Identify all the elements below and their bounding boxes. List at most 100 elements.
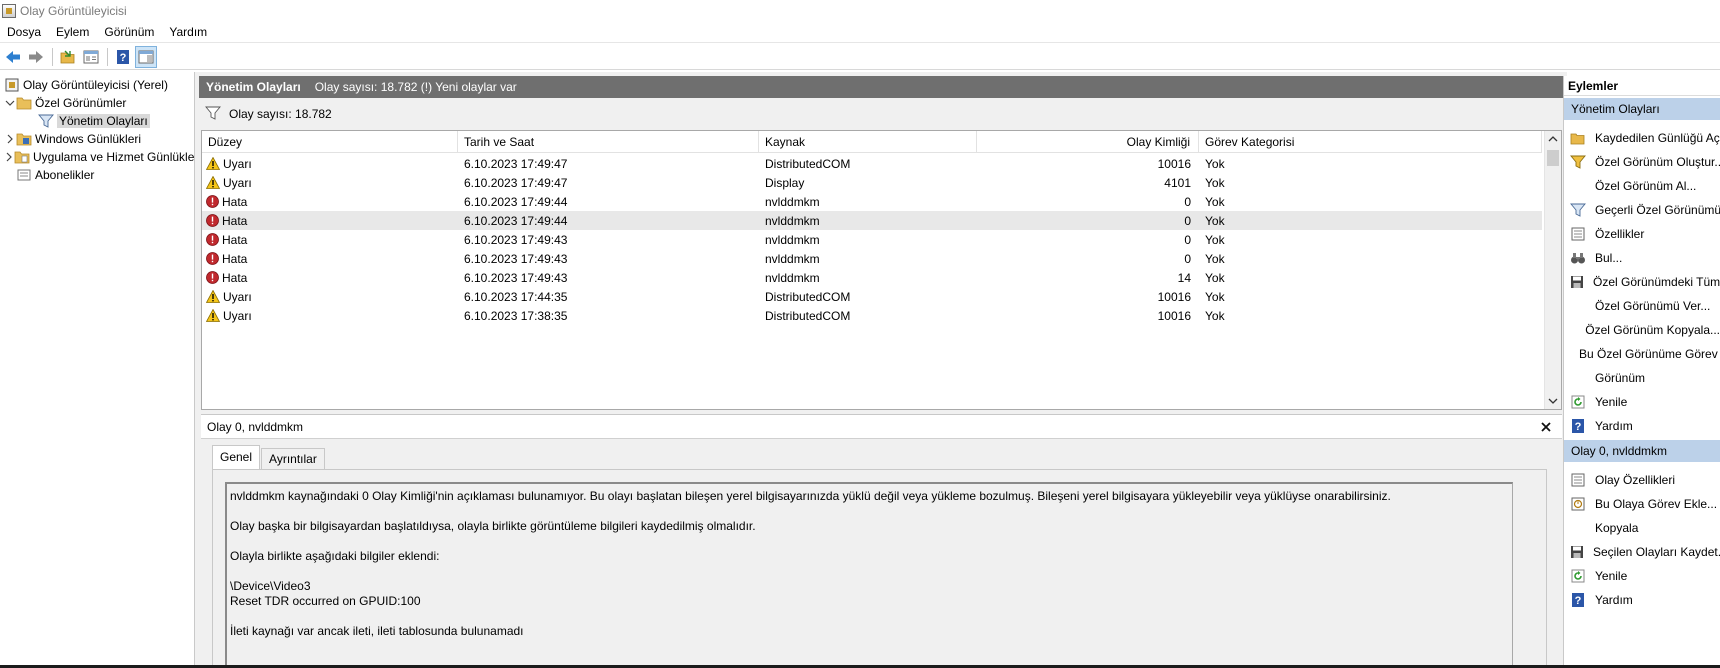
action-item-label: Yardım [1595,419,1633,433]
scrollbar-thumb[interactable] [1547,150,1559,166]
detail-title: Olay 0, nvlddmkm [207,419,304,434]
table-row[interactable]: Hata 6.10.2023 17:49:44 nvlddmkm 0 Yok [202,192,1542,211]
menu-yardim[interactable]: Yardım [162,21,215,43]
table-row[interactable]: Hata 6.10.2023 17:49:43 nvlddmkm 0 Yok [202,249,1542,268]
table-row[interactable]: Hata 6.10.2023 17:49:44 nvlddmkm 0 Yok [202,211,1542,230]
log-folder-icon [14,149,30,165]
column-header-event-id[interactable]: Olay Kimliği [977,131,1199,153]
binoculars-icon [1570,250,1586,266]
properties-panel-icon[interactable] [80,46,102,68]
cell-source: DistributedCOM [765,308,851,323]
action-item[interactable]: Yenile [1564,390,1720,414]
table-row[interactable]: Uyarı 6.10.2023 17:38:35 DistributedCOM 100… [202,306,1542,325]
menu-bar: Dosya Eylem Görünüm Yardım [0,21,1720,43]
cell-task-category: Yok [1205,194,1225,209]
action-item[interactable]: Özellikler [1564,222,1720,246]
action-item[interactable]: Bul... [1564,246,1720,270]
action-item[interactable]: Özel Görünüm Kopyala... [1564,318,1720,342]
action-item[interactable]: Görünüm [1564,366,1720,390]
action-item[interactable]: Bu Olaya Görev Ekle... [1564,492,1720,516]
action-item[interactable]: Bu Özel Görünüme Görev Ekle... [1564,342,1720,366]
column-header-datetime[interactable]: Tarih ve Saat [458,131,759,153]
tree-item-application-service-logs[interactable]: Uygulama ve Hizmet Günlükleri [0,148,194,166]
table-row[interactable]: Hata 6.10.2023 17:49:43 nvlddmkm 14 Yok [202,268,1542,287]
create-filter-icon [1570,154,1586,170]
menu-gorunum[interactable]: Görünüm [97,21,162,43]
menu-dosya[interactable]: Dosya [0,21,49,43]
show-hide-pane-icon[interactable] [135,45,157,68]
tab-genel[interactable]: Genel [212,445,261,469]
back-arrow-icon[interactable] [2,46,24,68]
action-item-label: Özellikler [1595,227,1645,241]
cell-level: Hata [202,233,458,247]
svg-text:?: ? [120,52,127,64]
event-viewer-window: Olay Görüntüleyicisi Dosya Eylem Görünüm… [0,0,1720,668]
open-folder-icon[interactable] [57,46,79,68]
action-item[interactable]: Özel Görünüm Oluştur... [1564,150,1720,174]
tree-item-label: Yönetim Olayları [57,114,150,128]
action-item-label: Özel Görünüm Kopyala... [1585,323,1720,337]
scroll-up-icon[interactable] [1545,131,1561,147]
chevron-right-icon[interactable] [4,133,16,145]
svg-text:?: ? [1575,595,1582,607]
column-header-level[interactable]: Düzey [202,131,458,153]
events-table: Düzey Tarih ve Saat Kaynak Olay Kimliği … [201,130,1562,410]
action-item[interactable]: Özel Görünüm Al... [1564,174,1720,198]
blank-icon [1570,520,1586,536]
folder-icon [16,95,32,111]
action-item[interactable]: Kopyala [1564,516,1720,540]
blank-icon [1570,322,1576,338]
action-item[interactable]: Olay Özellikleri [1564,468,1720,492]
level-text: Uyarı [223,175,252,190]
column-header-source[interactable]: Kaynak [759,131,977,153]
description-paragraph: nvlddmkm kaynağındaki 0 Olay Kimliği'nin… [230,489,1391,503]
action-item[interactable]: ? Yardım [1564,588,1720,612]
forward-arrow-icon[interactable] [25,46,47,68]
tree-item-event-viewer-local[interactable]: Olay Görüntüleyicisi (Yerel) [0,76,194,94]
chevron-right-icon[interactable] [4,151,14,163]
action-item[interactable]: Geçerli Özel Görünümü Filtrele... [1564,198,1720,222]
chevron-down-icon[interactable] [4,97,16,109]
cell-source: nvlddmkm [765,270,820,285]
title-bar: Olay Görüntüleyicisi [0,0,1720,21]
tree-item-administrative-events[interactable]: Yönetim Olayları [0,112,194,130]
blank-icon [1570,370,1586,386]
close-icon[interactable] [1538,419,1554,435]
tab-ayrintilar[interactable]: Ayrıntılar [261,448,325,469]
menu-eylem[interactable]: Eylem [49,21,97,43]
cell-event-id: 10016 [1157,156,1191,171]
table-row[interactable]: Uyarı 6.10.2023 17:44:35 DistributedCOM 100… [202,287,1542,306]
filter-icon [1570,202,1586,218]
tree-item-subscriptions[interactable]: Abonelikler [0,166,194,184]
action-item-label: Bu Özel Görünüme Görev Ekle... [1579,347,1720,361]
filter-event-count: Olay sayısı: 18.782 [229,107,332,121]
action-item[interactable]: Özel Görünümü Ver... [1564,294,1720,318]
tree-item-custom-views[interactable]: Özel Görünümler [0,94,194,112]
cell-level: Hata [202,195,458,209]
action-item[interactable]: Kaydedilen Günlüğü Aç... [1564,126,1720,150]
view-event-count-info: Olay sayısı: 18.782 (!) Yeni olaylar var [314,80,517,94]
action-item[interactable]: Seçilen Olayları Kaydet... [1564,540,1720,564]
action-item[interactable]: ? Yardım [1564,414,1720,438]
cell-datetime: 6.10.2023 17:44:35 [464,289,568,304]
event-description-box[interactable]: nvlddmkm kaynağındaki 0 Olay Kimliği'nin… [225,482,1513,668]
action-item[interactable]: Özel Görünümdeki Tüm Olayları Farklı Kay… [1564,270,1720,294]
table-vertical-scrollbar[interactable] [1544,131,1561,409]
action-item-label: Yenile [1595,395,1628,409]
column-header-task-category[interactable]: Görev Kategorisi [1199,131,1542,153]
table-row[interactable]: Uyarı 6.10.2023 17:49:47 Display 4101 Yok [202,173,1542,192]
view-header: Yönetim Olayları Olay sayısı: 18.782 (!)… [199,76,1563,98]
refresh-icon [1570,568,1586,584]
help-icon[interactable]: ? [112,46,134,68]
table-row[interactable]: Uyarı 6.10.2023 17:49:47 DistributedCOM 100… [202,154,1542,173]
scroll-down-icon[interactable] [1545,393,1561,409]
tree-item-windows-logs[interactable]: Windows Günlükleri [0,130,194,148]
blank-icon [1570,178,1586,194]
cell-task-category: Yok [1205,232,1225,247]
table-row[interactable]: Hata 6.10.2023 17:49:43 nvlddmkm 0 Yok [202,230,1542,249]
level-text: Hata [222,251,248,266]
actions-section-header[interactable]: Olay 0, nvlddmkm [1564,440,1720,462]
actions-section-header[interactable]: Yönetim Olayları [1564,98,1720,120]
action-item[interactable]: Yenile [1564,564,1720,588]
